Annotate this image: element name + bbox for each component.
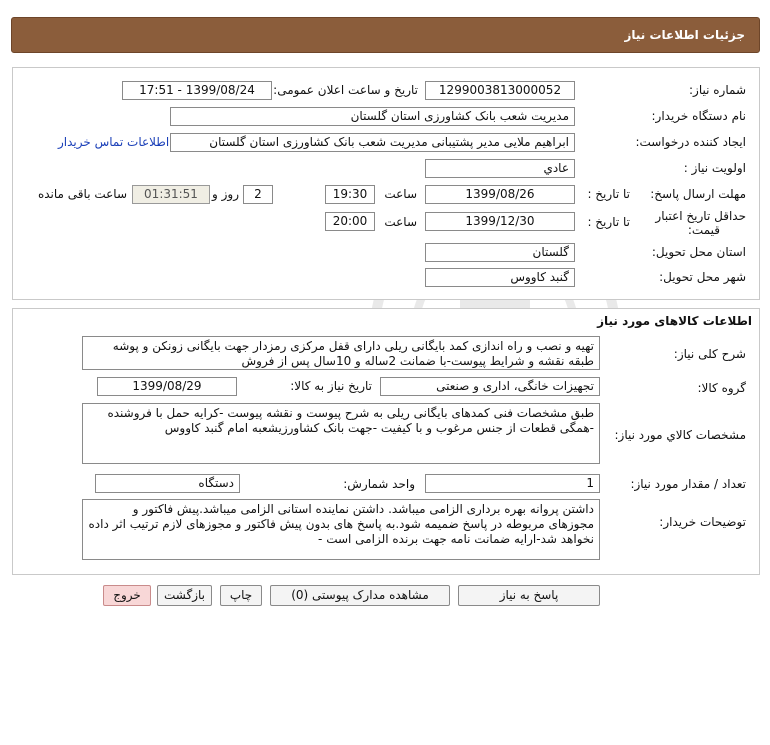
requester-field: ابراهیم ملایی مدیر پشتیبانی مدیریت شعب ب…	[170, 133, 575, 152]
buyer-notes-field: داشتن پروانه بهره برداری الزامی میباشد. …	[82, 499, 600, 560]
goods-group-label: گروه کالا:	[697, 381, 747, 395]
validity-time-field: 20:00	[325, 212, 375, 231]
buyer-notes-label: توضیحات خریدار:	[659, 515, 746, 529]
validity-date-field: 1399/12/30	[425, 212, 575, 231]
need-date-label: تاریخ نیاز به کالا:	[290, 379, 372, 393]
validity-time-label: ساعت	[384, 215, 417, 229]
province-label: استان محل تحویل:	[651, 245, 746, 259]
deadline-date-field: 1399/08/26	[425, 185, 575, 204]
goods-group-field: تجهیزات خانگی، اداری و صنعتی	[380, 377, 600, 396]
summary-field: تهیه و نصب و راه اندازی کمد بایگانی ریلی…	[82, 336, 600, 370]
city-field: گنبد کاووس	[425, 268, 575, 287]
details-panel	[12, 67, 760, 300]
need-date-field: 1399/08/29	[97, 377, 237, 396]
view-attachments-button[interactable]: مشاهده مدارک پیوستی (0)	[270, 585, 450, 606]
deadline-to-date-label: تا تاریخ :	[587, 187, 630, 201]
spec-field: طبق مشخصات فنی کمدهای بایگانی ریلی به شر…	[82, 403, 600, 464]
qty-label: تعداد / مقدار مورد نیاز:	[630, 477, 746, 491]
goods-section-title: اطلاعات کالاهای مورد نیاز	[597, 314, 752, 328]
back-button[interactable]: بازگشت	[157, 585, 212, 606]
priority-label: اولویت نیاز :	[683, 161, 746, 175]
deadline-time-field: 19:30	[325, 185, 375, 204]
print-button[interactable]: چاپ	[220, 585, 262, 606]
deadline-time-label: ساعت	[384, 187, 417, 201]
validity-label-line1: حداقل تاریخ اعتبار	[655, 209, 746, 223]
spec-label: مشخصات کالاي مورد نياز:	[614, 428, 746, 442]
province-field: گلستان	[425, 243, 575, 262]
buyer-org-label: نام دستگاه خریدار:	[651, 109, 747, 123]
deadline-label: مهلت ارسال پاسخ:	[650, 187, 746, 201]
unit-field: دستگاه	[95, 474, 240, 493]
need-number-label: شماره نیاز:	[689, 83, 746, 97]
validity-label-line2: قیمت:	[687, 223, 720, 237]
validity-to-date-label: تا تاریخ :	[587, 215, 630, 229]
days-remaining-field: 2	[243, 185, 273, 204]
city-label: شهر محل تحویل:	[659, 270, 746, 284]
exit-button[interactable]: خروج	[103, 585, 151, 606]
announce-datetime-field: 1399/08/24 - 17:51	[122, 81, 272, 100]
buyer-org-field: مدیریت شعب بانک کشاورزی استان گلستان	[170, 107, 575, 126]
buyer-contact-link[interactable]: اطلاعات تماس خریدار	[58, 135, 169, 149]
summary-label: شرح کلی نیاز:	[673, 347, 746, 361]
need-number-field: 1299003813000052	[425, 81, 575, 100]
reply-button[interactable]: پاسخ به نیاز	[458, 585, 600, 606]
page-title: جزئیات اطلاعات نیاز	[11, 17, 760, 53]
days-label: روز و	[212, 187, 239, 201]
remaining-time-field: 01:31:51	[132, 185, 210, 204]
priority-field: عادي	[425, 159, 575, 178]
requester-label: ایجاد کننده درخواست:	[635, 135, 746, 149]
qty-field: 1	[425, 474, 600, 493]
unit-label: واحد شمارش:	[343, 477, 415, 491]
remaining-label: ساعت باقی مانده	[37, 187, 127, 201]
announce-label: تاریخ و ساعت اعلان عمومی:	[273, 83, 418, 97]
